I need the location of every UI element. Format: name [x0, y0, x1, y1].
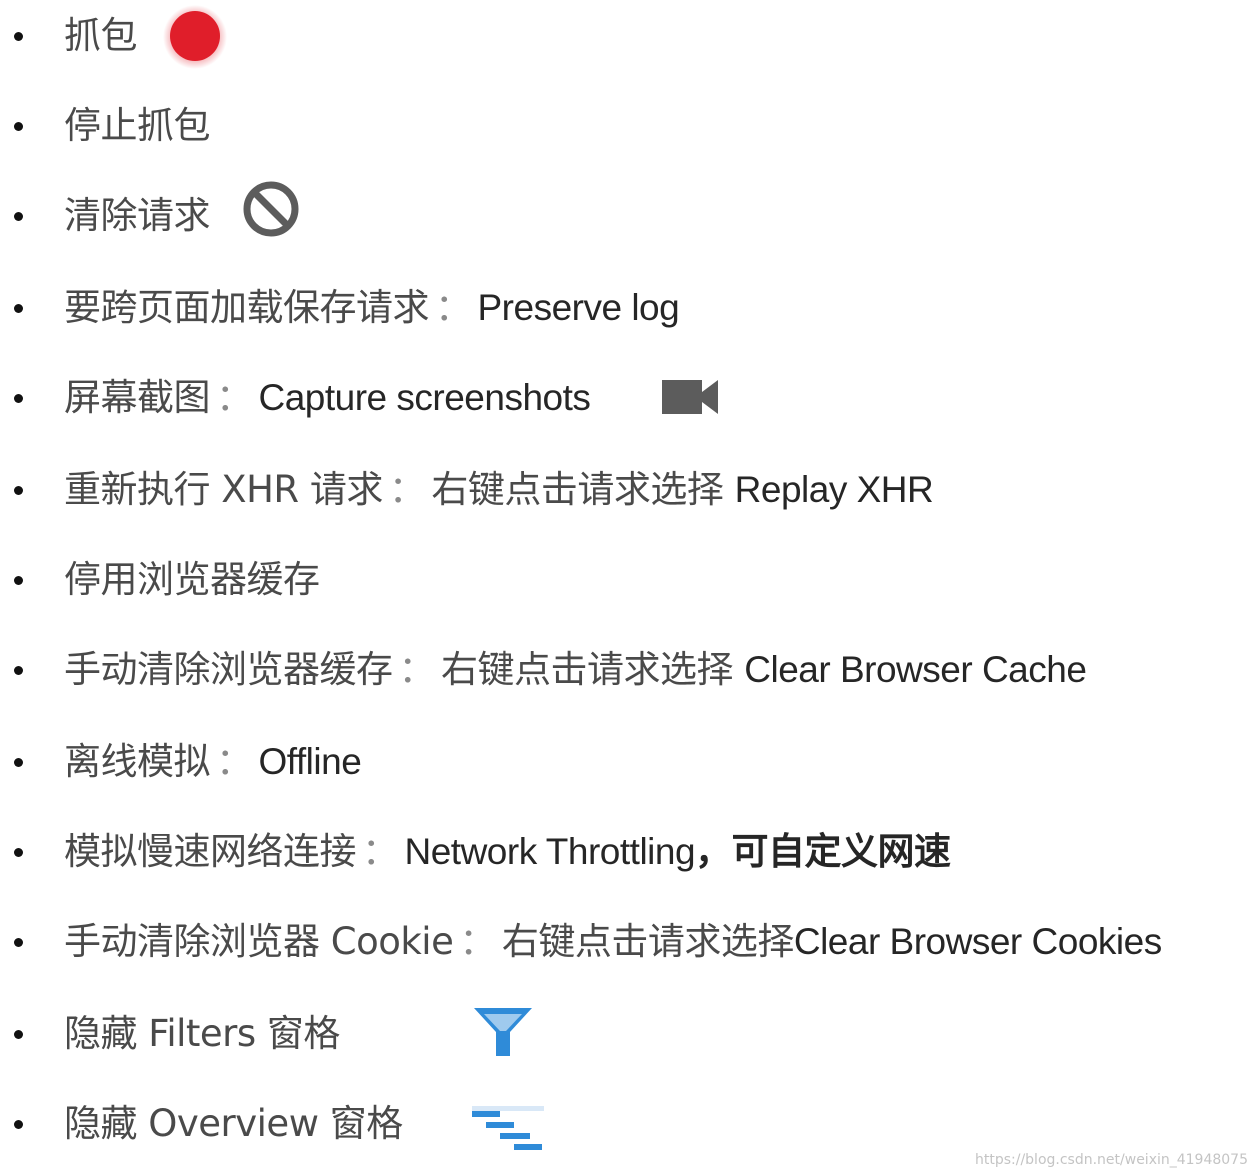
bullet — [14, 122, 23, 131]
list-item: 屏幕截图： Capture screenshots — [0, 368, 1256, 428]
item-text: 停用浏览器缓存 — [64, 558, 320, 601]
bullet — [14, 576, 23, 585]
item-text: 停止抓包 — [64, 104, 211, 147]
item-text: 要跨页面加载保存请求： Preserve log — [64, 286, 680, 329]
filter-icon — [472, 1006, 534, 1062]
item-text: 手动清除浏览器缓存：右键点击请求选择 Clear Browser Cache — [64, 648, 1087, 691]
overview-icon — [472, 1106, 548, 1162]
bullet — [14, 758, 23, 767]
bullet — [14, 212, 23, 221]
item-text: 清除请求 — [64, 194, 211, 237]
item-text: 离线模拟： Offline — [64, 740, 362, 783]
clear-icon — [240, 178, 302, 244]
bullet — [14, 394, 23, 403]
item-text: 手动清除浏览器 Cookie：右键点击请求选择Clear Browser Coo… — [64, 920, 1162, 963]
item-text: 抓包 — [64, 14, 138, 57]
list-item: 模拟慢速网络连接： Network Throttling，可自定义网速 — [0, 822, 1256, 882]
list-item: 停止抓包 — [0, 96, 1256, 156]
list-item: 手动清除浏览器缓存：右键点击请求选择 Clear Browser Cache — [0, 640, 1256, 700]
bullet — [14, 666, 23, 675]
list-item: 手动清除浏览器 Cookie：右键点击请求选择Clear Browser Coo… — [0, 912, 1256, 972]
item-text: 隐藏 Overview 窗格 — [64, 1102, 403, 1145]
list-item: 隐藏 Overview 窗格 — [0, 1094, 1256, 1154]
video-camera-icon — [662, 380, 718, 418]
bullet — [14, 938, 23, 947]
bullet — [14, 486, 23, 495]
watermark: https://blog.csdn.net/weixin_41948075 — [974, 1152, 1248, 1168]
list-item: 抓包 — [0, 5, 1256, 69]
list-item: 隐藏 Filters 窗格 — [0, 1004, 1256, 1064]
list-item: 要跨页面加载保存请求： Preserve log — [0, 278, 1256, 338]
list-item: 重新执行 XHR 请求：右键点击请求选择 Replay XHR — [0, 460, 1256, 520]
item-text: 模拟慢速网络连接： Network Throttling，可自定义网速 — [64, 830, 951, 873]
bullet — [14, 1030, 23, 1039]
item-text: 重新执行 XHR 请求：右键点击请求选择 Replay XHR — [64, 468, 934, 511]
item-text: 屏幕截图： Capture screenshots — [64, 376, 591, 419]
list-item: 离线模拟： Offline — [0, 732, 1256, 792]
bullet — [14, 1120, 23, 1129]
bullet — [14, 32, 23, 41]
bullet — [14, 848, 23, 857]
list-item: 停用浏览器缓存 — [0, 550, 1256, 610]
bullet — [14, 304, 23, 313]
record-icon — [162, 4, 228, 74]
list-item: 清除请求 — [0, 181, 1256, 246]
item-text: 隐藏 Filters 窗格 — [64, 1012, 340, 1055]
